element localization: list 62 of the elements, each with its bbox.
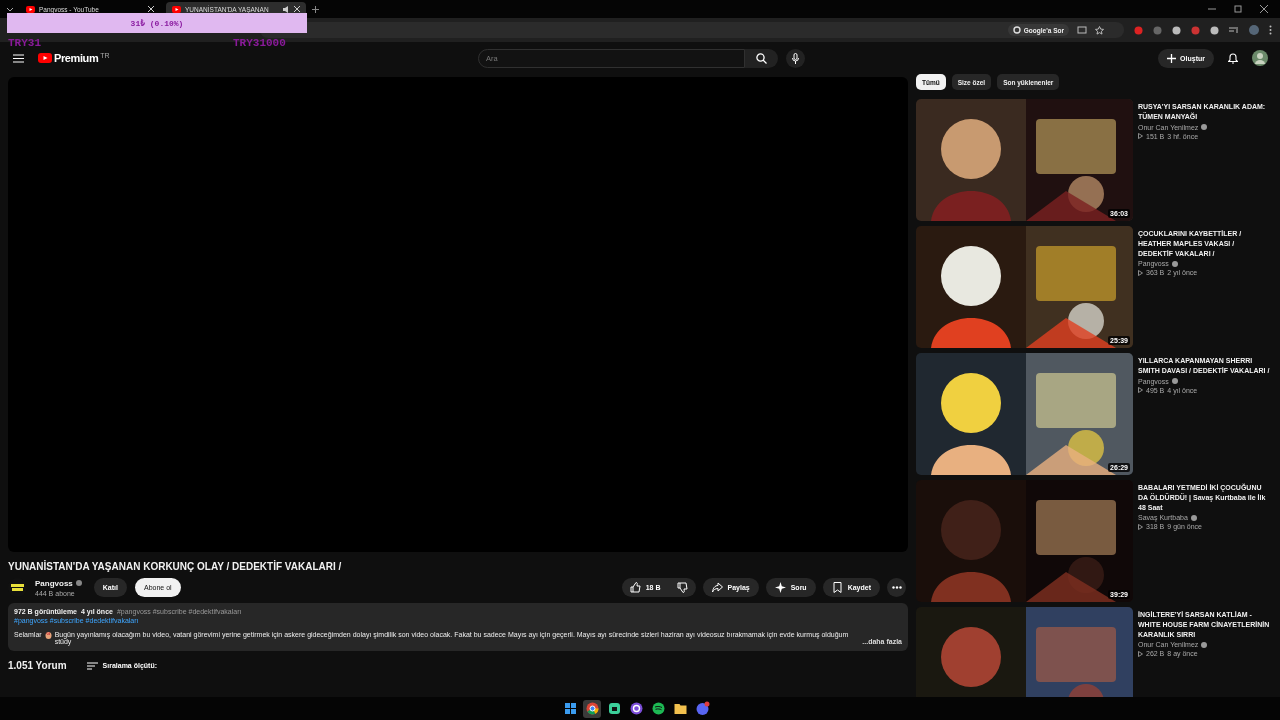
verified-icon xyxy=(75,580,82,586)
search-icon xyxy=(756,52,767,64)
donation-banner: 31₺ (0.10%) xyxy=(7,13,307,33)
close-icon[interactable] xyxy=(1260,5,1268,13)
play-icon xyxy=(1138,650,1143,657)
microphone-button[interactable] xyxy=(786,48,805,68)
new-tab-icon[interactable] xyxy=(312,5,319,13)
comment-count: 1.051 Yorum xyxy=(8,660,67,671)
plus-icon xyxy=(1167,53,1177,63)
share-arrow-icon xyxy=(711,582,723,593)
play-icon xyxy=(1138,269,1143,276)
maximize-icon[interactable] xyxy=(1234,5,1242,13)
overlay-label: TRY31 xyxy=(8,37,41,49)
lens-icon xyxy=(1012,26,1021,34)
microphone-icon xyxy=(792,52,799,64)
windows-start-icon xyxy=(562,701,578,716)
verified-icon xyxy=(1201,124,1208,131)
extension-icon[interactable] xyxy=(1191,25,1200,35)
close-icon[interactable] xyxy=(148,6,154,12)
cast-icon[interactable] xyxy=(1077,26,1087,34)
more-actions-button[interactable] xyxy=(887,578,906,597)
media-icon[interactable] xyxy=(1229,26,1239,34)
thumbs-up-icon xyxy=(629,582,641,593)
bell-icon[interactable] xyxy=(1228,52,1238,64)
menu-icon[interactable] xyxy=(13,53,24,63)
overlay-label: TRY31000 xyxy=(233,37,286,49)
bookmark-icon xyxy=(831,582,843,593)
verified-icon xyxy=(1171,378,1178,385)
youtube-icon xyxy=(172,5,181,13)
verified-icon xyxy=(1190,514,1197,521)
profile-avatar-icon[interactable] xyxy=(1249,25,1259,35)
more-icon[interactable] xyxy=(1269,25,1272,35)
verified-icon xyxy=(1201,641,1208,648)
play-icon xyxy=(1138,133,1143,140)
sort-icon xyxy=(86,661,98,670)
play-icon xyxy=(1138,387,1143,394)
thumbs-down-icon xyxy=(676,582,688,593)
youtube-premium-logo[interactable]: Premium $^{TR}$ xyxy=(38,52,110,64)
user-avatar-icon[interactable] xyxy=(1252,50,1268,66)
channel-name[interactable]: Pangvoss xyxy=(35,578,73,588)
folder-icon xyxy=(672,701,688,716)
waving-hand-icon xyxy=(44,631,52,639)
search-button[interactable] xyxy=(745,48,778,68)
more-icon xyxy=(891,586,902,589)
chat-app-icon xyxy=(606,701,622,716)
ring-app-icon xyxy=(628,701,644,716)
tab-list-icon[interactable] xyxy=(6,5,14,13)
youtube-icon xyxy=(26,5,35,13)
minimize-icon[interactable] xyxy=(1208,5,1216,13)
verified-icon xyxy=(1171,260,1178,267)
play-icon xyxy=(1138,523,1143,530)
taskbar-app-button[interactable] xyxy=(583,699,601,718)
speaker-icon xyxy=(283,5,290,13)
description-panel[interactable] xyxy=(8,603,908,651)
close-icon[interactable] xyxy=(294,6,300,12)
music-app-icon xyxy=(650,701,666,716)
chrome-browser-icon xyxy=(584,701,600,716)
video-title: YUNANİSTAN'DA YAŞANAN KORKUNÇ OLAY / DEDEKTİF VAKALARI / xyxy=(8,561,343,572)
discord-app-icon xyxy=(694,701,710,716)
play-logo-icon xyxy=(38,53,52,63)
sparkle-icon xyxy=(774,582,786,593)
bookmark-star-icon[interactable] xyxy=(1095,25,1104,35)
